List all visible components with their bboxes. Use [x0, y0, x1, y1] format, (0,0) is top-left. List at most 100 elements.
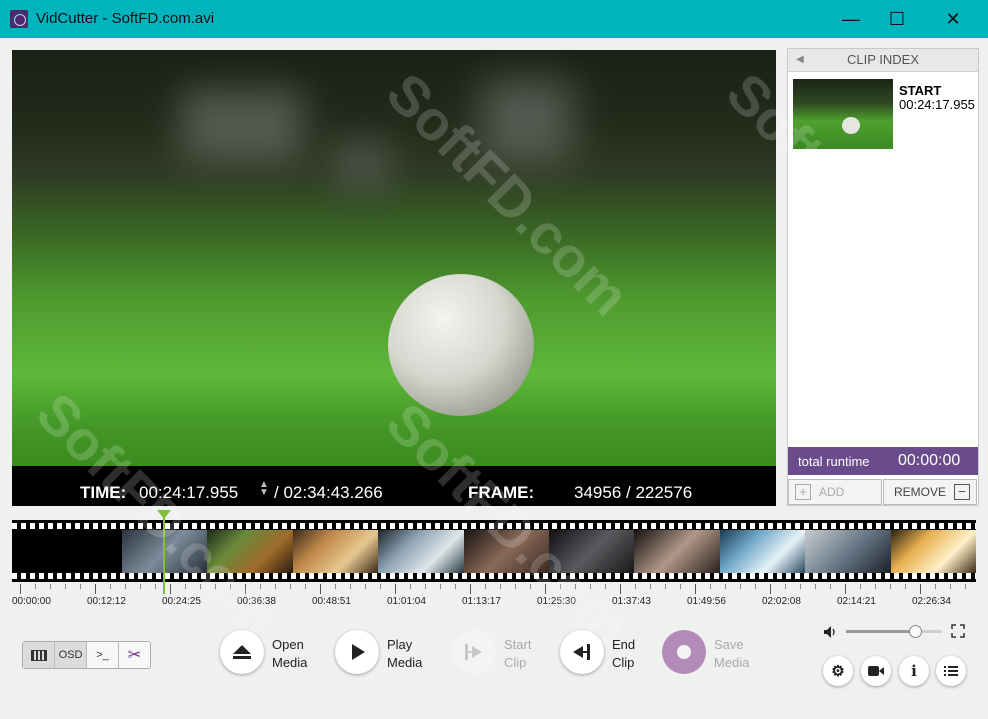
- minor-tick: [635, 584, 636, 589]
- scissors-button[interactable]: ✂: [119, 642, 150, 668]
- minor-tick: [140, 584, 141, 589]
- start-clip-button[interactable]: [452, 630, 496, 674]
- clip-start-label: START: [899, 83, 942, 98]
- minor-tick: [665, 584, 666, 589]
- minor-tick: [935, 584, 936, 589]
- film-holes-top: [12, 523, 976, 529]
- background-blur: [182, 90, 302, 160]
- tick-label: 00:00:00: [12, 596, 51, 607]
- thumbnails-toggle-button[interactable]: [23, 642, 55, 668]
- tick-line: [170, 584, 171, 594]
- minus-icon: −: [954, 484, 970, 500]
- osd-toggle-button[interactable]: OSD: [55, 642, 87, 668]
- ball: [388, 274, 534, 416]
- minor-tick: [860, 584, 861, 589]
- collapse-arrow-icon[interactable]: ◀: [796, 49, 804, 71]
- info-icon: i: [911, 662, 917, 680]
- tick-label: 00:48:51: [312, 596, 351, 607]
- minor-tick: [755, 584, 756, 589]
- time-spinner[interactable]: ▲ ▼: [259, 480, 269, 498]
- tick-label: 02:02:08: [762, 596, 801, 607]
- minor-tick: [80, 584, 81, 589]
- video-camera-icon: [868, 666, 884, 676]
- thumbnail-frame: [378, 530, 464, 573]
- minor-tick: [365, 584, 366, 589]
- frame-total: / 222576: [626, 483, 693, 502]
- minor-tick: [200, 584, 201, 589]
- open-media-button[interactable]: [220, 630, 264, 674]
- minor-tick: [485, 584, 486, 589]
- minimize-button[interactable]: —: [828, 0, 874, 38]
- minor-tick: [515, 584, 516, 589]
- minor-tick: [590, 584, 591, 589]
- tick-label: 00:24:25: [162, 596, 201, 607]
- minor-tick: [290, 584, 291, 589]
- frame-label: FRAME:: [468, 483, 535, 502]
- tick-line: [770, 584, 771, 594]
- tick-line: [95, 584, 96, 594]
- disc-icon: [677, 645, 691, 659]
- volume-knob[interactable]: [909, 625, 923, 638]
- volume-slider[interactable]: [846, 625, 942, 638]
- tick-line: [845, 584, 846, 594]
- total-duration: / 02:34:43.266: [274, 483, 383, 502]
- time-label: TIME:: [80, 483, 127, 502]
- end-clip-label: End Clip: [612, 637, 636, 670]
- save-media-button[interactable]: [662, 630, 706, 674]
- media-info-button[interactable]: [861, 656, 891, 686]
- video-player[interactable]: [12, 50, 776, 466]
- thumbnail-frame: [719, 530, 806, 573]
- minor-tick: [950, 584, 951, 589]
- minor-tick: [275, 584, 276, 589]
- clip-thumbnail[interactable]: [793, 79, 893, 149]
- gear-icon: ⚙: [831, 663, 845, 680]
- minor-tick: [740, 584, 741, 589]
- window-title: VidCutter - SoftFD.com.avi: [36, 10, 215, 27]
- remove-clip-button[interactable]: REMOVE −: [883, 479, 977, 505]
- tick-line: [920, 584, 921, 594]
- tick-label: 01:13:17: [462, 596, 501, 607]
- minor-tick: [230, 584, 231, 589]
- play-media-button[interactable]: [335, 630, 379, 674]
- thumbnail-strip: [122, 530, 976, 573]
- tick-label: 00:36:38: [237, 596, 276, 607]
- close-button[interactable]: ✕: [930, 0, 976, 38]
- tick-label: 01:01:04: [387, 596, 426, 607]
- thumbnail-frame: [292, 530, 379, 573]
- minor-tick: [260, 584, 261, 589]
- minor-tick: [35, 584, 36, 589]
- play-icon: [352, 644, 365, 660]
- tick-line: [695, 584, 696, 594]
- thumbnail-frame: [549, 530, 635, 573]
- minor-tick: [605, 584, 606, 589]
- tick-label: 01:37:43: [612, 596, 651, 607]
- open-media-label: Open Media: [272, 637, 308, 670]
- timeline-filmstrip[interactable]: [12, 520, 976, 582]
- settings-button[interactable]: ⚙: [823, 656, 853, 686]
- list-icon: [944, 666, 958, 676]
- tick-line: [545, 584, 546, 594]
- clip-index-header[interactable]: ◀ CLIP INDEX: [788, 49, 978, 72]
- minor-tick: [785, 584, 786, 589]
- minor-tick: [905, 584, 906, 589]
- minor-tick: [575, 584, 576, 589]
- volume-icon[interactable]: [823, 625, 837, 642]
- minor-tick: [560, 584, 561, 589]
- runtime-value: 00:00:00: [898, 452, 961, 469]
- end-clip-button[interactable]: [560, 630, 604, 674]
- background-blur: [482, 80, 572, 160]
- grass: [12, 380, 776, 466]
- minor-tick: [500, 584, 501, 589]
- maximize-button[interactable]: ☐: [874, 0, 920, 38]
- menu-button[interactable]: [936, 656, 966, 686]
- total-runtime-bar: total runtime 00:00:00: [788, 447, 978, 475]
- add-clip-button[interactable]: + ADD: [788, 479, 882, 505]
- background-blur: [332, 140, 392, 190]
- minor-tick: [830, 584, 831, 589]
- filmstrip-icon: [30, 649, 47, 661]
- about-button[interactable]: i: [899, 656, 929, 686]
- minor-tick: [110, 584, 111, 589]
- fullscreen-icon[interactable]: [951, 624, 965, 641]
- tick-line: [20, 584, 21, 594]
- console-toggle-button[interactable]: >_: [87, 642, 119, 668]
